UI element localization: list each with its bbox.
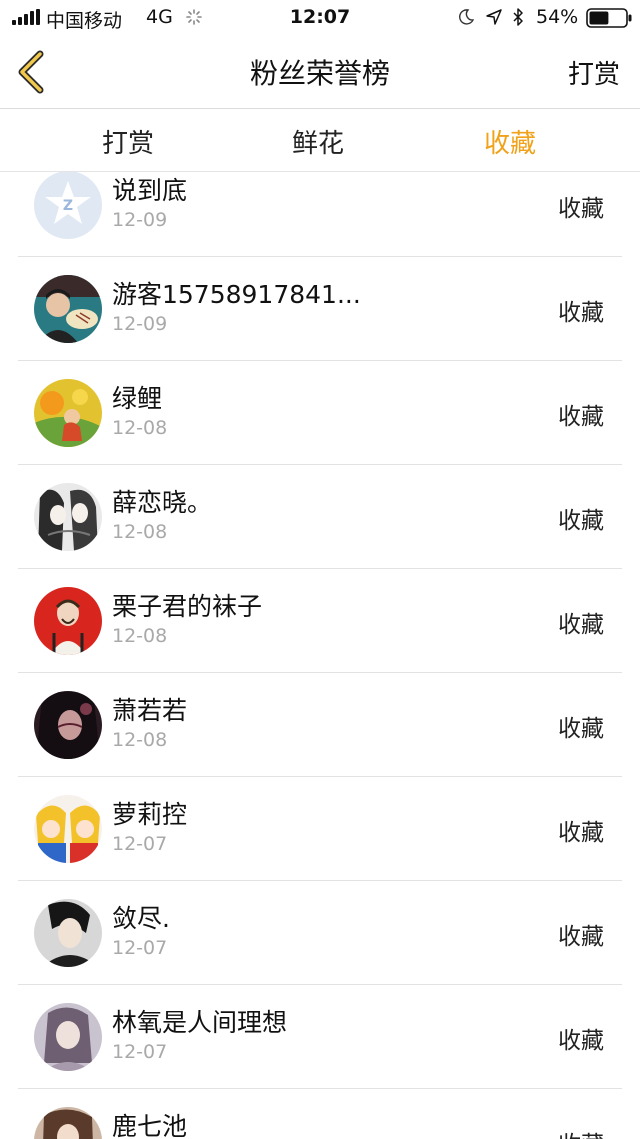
list-item[interactable]: 萧若若 12-08 收藏 [0, 673, 640, 777]
item-date: 12-07 [112, 833, 168, 855]
battery-percent-label: 54% [536, 6, 579, 28]
battery-fill [589, 11, 609, 25]
avatar [34, 483, 102, 551]
user-name: 游客15758917841... [112, 280, 361, 309]
user-name: 说到底 [112, 176, 188, 205]
avatar [34, 899, 102, 967]
item-date: 12-09 [112, 313, 168, 335]
tip-button[interactable]: 打赏 [568, 54, 620, 91]
user-name: 绿鲤 [112, 384, 163, 413]
fan-list[interactable]: Z 说到底 12-09 收藏 游客15758917841... 12-09 收藏… [0, 172, 640, 1139]
user-name: 萧若若 [112, 696, 188, 725]
tab-tip[interactable]: 打赏 [68, 123, 188, 160]
user-name: 林氧是人间理想 [112, 1008, 288, 1037]
list-item[interactable]: 萝莉控 12-07 收藏 [0, 777, 640, 881]
back-button[interactable] [14, 50, 50, 94]
action-label: 收藏 [558, 612, 604, 638]
item-date: 12-07 [112, 1041, 168, 1063]
list-item[interactable]: 绿鲤 12-08 收藏 [0, 361, 640, 465]
action-label: 收藏 [558, 716, 604, 742]
item-date: 12-07 [112, 937, 168, 959]
list-item[interactable]: 鹿七池 收藏 [0, 1089, 640, 1139]
navigation-bar: 粉丝荣誉榜 打赏 [0, 36, 640, 108]
list-item[interactable]: 栗子君的袜子 12-08 收藏 [0, 569, 640, 673]
page-title: 粉丝荣誉榜 [249, 57, 390, 90]
avatar [34, 1003, 102, 1071]
chevron-left-icon [18, 50, 44, 94]
svg-text:Z: Z [63, 198, 73, 214]
action-label: 收藏 [558, 508, 604, 534]
location-arrow-icon [486, 9, 502, 25]
user-name: 鹿七池 [112, 1112, 188, 1139]
action-label: 收藏 [558, 300, 604, 326]
tab-flowers[interactable]: 鲜花 [258, 123, 378, 160]
avatar [34, 275, 102, 343]
tab-favorites[interactable]: 收藏 [450, 123, 570, 160]
item-date: 12-09 [112, 209, 168, 231]
item-date: 12-08 [112, 729, 168, 751]
action-label: 收藏 [558, 404, 604, 430]
battery-icon [586, 8, 632, 28]
action-label: 收藏 [558, 820, 604, 846]
item-date: 12-08 [112, 417, 168, 439]
do-not-disturb-moon-icon [459, 9, 474, 25]
list-item[interactable]: 敛尽. 12-07 收藏 [0, 881, 640, 985]
avatar [34, 795, 102, 863]
avatar [34, 691, 102, 759]
avatar [34, 1107, 102, 1139]
avatar: Z [34, 172, 102, 239]
bluetooth-icon [513, 8, 523, 26]
list-item[interactable]: 游客15758917841... 12-09 收藏 [0, 257, 640, 361]
action-label: 收藏 [558, 924, 604, 950]
tab-bar: 打赏 鲜花 收藏 [0, 109, 640, 171]
list-item[interactable]: 薛恋晓。 12-08 收藏 [0, 465, 640, 569]
action-label: 收藏 [558, 196, 604, 222]
avatar [34, 587, 102, 655]
item-date: 12-08 [112, 521, 168, 543]
item-date: 12-08 [112, 625, 168, 647]
status-bar: 中国移动 4G 12:07 54% [0, 0, 640, 36]
user-name: 萝莉控 [112, 800, 188, 829]
action-label: 收藏 [558, 1028, 604, 1054]
list-item[interactable]: 林氧是人间理想 12-07 收藏 [0, 985, 640, 1089]
list-item[interactable]: Z 说到底 12-09 收藏 [0, 172, 640, 257]
user-name: 栗子君的袜子 [112, 592, 263, 621]
action-label: 收藏 [558, 1125, 604, 1139]
user-name: 敛尽. [112, 904, 170, 933]
avatar [34, 379, 102, 447]
user-name: 薛恋晓。 [112, 488, 213, 517]
